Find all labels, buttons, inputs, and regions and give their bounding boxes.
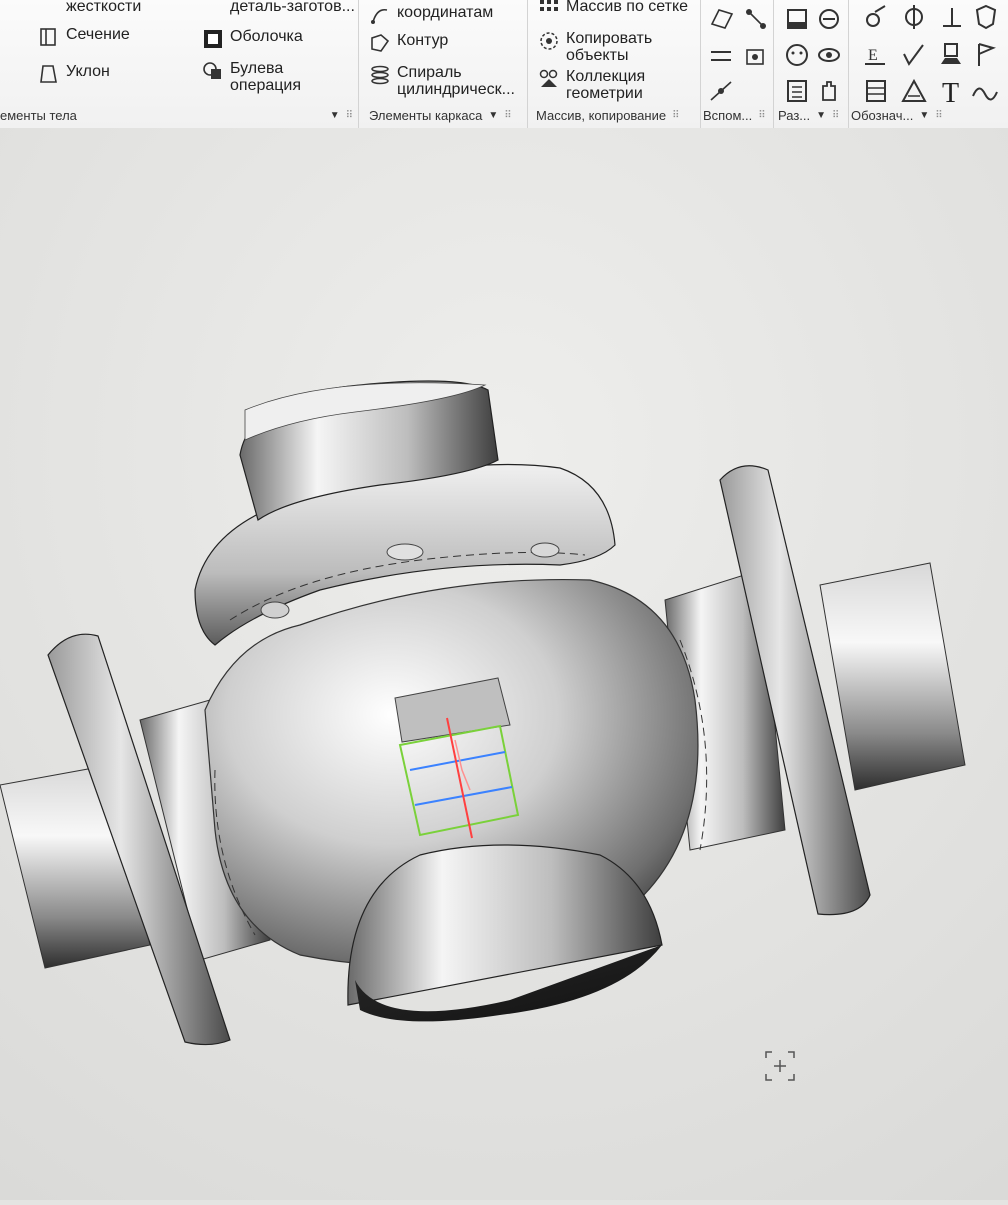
copy-objects-button[interactable]: Копировать объекты <box>538 30 652 64</box>
aux-plane-icon[interactable] <box>707 4 737 34</box>
ribbon-group-label: Массив, копирование ⠿ <box>536 107 679 123</box>
notation-base-icon[interactable] <box>937 40 967 70</box>
svg-text:T: T <box>942 78 959 106</box>
draft-button[interactable]: Уклон <box>38 63 110 85</box>
boolean-button[interactable]: Булева операция <box>202 60 301 94</box>
ribbon-group-sketch: Раз... ▼ ⠿ <box>774 0 849 128</box>
rib-icon <box>38 0 60 20</box>
notation-wave-icon[interactable] <box>971 76 1001 106</box>
helix-icon <box>371 65 389 85</box>
ribbon-group-label: Обознач... ▼ ⠿ <box>851 107 943 123</box>
contour-icon <box>371 34 390 52</box>
aux-offset-plane-icon[interactable] <box>707 40 737 70</box>
notation-diameter-icon[interactable] <box>899 2 929 32</box>
grip-icon: ⠿ <box>504 109 511 121</box>
section-button[interactable]: Сечение <box>38 26 130 48</box>
notation-shield-icon[interactable] <box>971 2 1001 32</box>
blank-part-icon <box>202 0 224 20</box>
grip-icon: ⠿ <box>345 109 353 121</box>
sketch-fillet-icon[interactable] <box>814 4 844 34</box>
copy-objects-icon <box>540 32 558 50</box>
boolean-icon <box>203 62 221 79</box>
notation-leader-e-icon[interactable]: E <box>861 40 891 70</box>
grid-array-button[interactable]: Массив по сетке <box>538 0 688 20</box>
3d-viewport[interactable] <box>0 128 1008 1200</box>
ribbon-group-wireframe: координатам Контур Спираль цилиндрическ.… <box>359 0 528 128</box>
grip-icon: ⠿ <box>758 109 765 121</box>
sketch-hand-icon[interactable] <box>814 76 844 106</box>
valve-model <box>0 128 1008 1200</box>
rib-button[interactable]: жесткости <box>38 0 141 20</box>
ribbon-group-label: Раз... ▼ ⠿ <box>778 107 839 123</box>
notation-weld-icon[interactable] <box>937 2 967 32</box>
geometry-collection-icon <box>539 69 558 87</box>
notation-text-icon[interactable]: T <box>937 76 967 106</box>
ribbon-group-label: Вспом... ⠿ <box>703 107 766 123</box>
sketch-eye-icon[interactable] <box>814 40 844 70</box>
grip-icon: ⠿ <box>935 109 942 121</box>
grip-icon: ⠿ <box>672 109 679 121</box>
notation-flag-icon[interactable] <box>971 40 1001 70</box>
ribbon-group-pattern: Массив по сетке Копировать объекты Колле… <box>528 0 701 128</box>
coord-curve-icon <box>371 8 388 24</box>
sketch-face-icon[interactable] <box>782 40 812 70</box>
ribbon: жесткости Сечение Уклон деталь-заготов..… <box>0 0 1008 129</box>
ribbon-group-notation: E T Обознач... ▼ ⠿ <box>849 0 1008 128</box>
section-icon <box>40 28 56 46</box>
coord-curve-button[interactable]: координатам <box>369 4 493 26</box>
ribbon-group-label: Элементы каркаса ▼ ⠿ <box>369 107 512 123</box>
contour-button[interactable]: Контур <box>369 32 448 54</box>
shell-icon <box>204 30 222 48</box>
draft-icon <box>40 65 57 83</box>
blank-part-button[interactable]: деталь-заготов... <box>202 0 355 20</box>
sketch-calc-icon[interactable] <box>782 76 812 106</box>
sketch-rect-icon[interactable] <box>782 4 812 34</box>
chevron-down-icon[interactable]: ▼ <box>816 110 826 121</box>
notation-table-icon[interactable] <box>861 76 891 106</box>
chevron-down-icon[interactable]: ▼ <box>330 110 340 121</box>
aux-axis-icon[interactable] <box>741 4 771 34</box>
notation-roughness-icon[interactable] <box>899 40 929 70</box>
aux-point-icon[interactable] <box>707 76 737 106</box>
grip-icon: ⠿ <box>832 109 839 121</box>
ribbon-group-label: ементы тела ▼ ⠿ <box>0 107 353 123</box>
shell-button[interactable]: Оболочка <box>202 28 303 50</box>
ribbon-group-body: жесткости Сечение Уклон деталь-заготов..… <box>0 0 359 128</box>
svg-text:E: E <box>868 47 878 64</box>
ribbon-group-aux: Вспом... ⠿ <box>701 0 774 128</box>
aux-cs-icon[interactable] <box>741 40 771 70</box>
helix-button[interactable]: Спираль цилиндрическ... <box>369 64 515 98</box>
chevron-down-icon[interactable]: ▼ <box>488 110 498 121</box>
notation-pipe-icon[interactable] <box>861 2 891 32</box>
geometry-collection-button[interactable]: Коллекция геометрии <box>538 68 645 102</box>
notation-triangle-icon[interactable] <box>899 76 929 106</box>
grid-array-icon <box>540 0 558 11</box>
chevron-down-icon[interactable]: ▼ <box>919 110 929 121</box>
